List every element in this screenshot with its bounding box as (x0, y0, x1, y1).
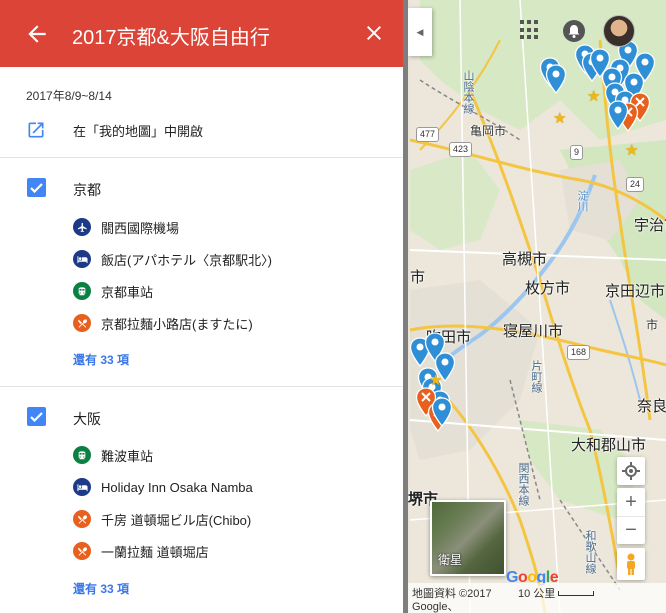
road-shield-168: 168 (567, 345, 591, 360)
place-label: 飯店(アパホテル〈京都駅北〉) (101, 252, 272, 268)
road-shield-477: 477 (416, 127, 440, 142)
collapse-panel-button[interactable]: ◀ (408, 8, 432, 56)
map-description: 2017年8/9~8/14 (26, 89, 112, 103)
checkmark-icon (30, 182, 43, 193)
pegman-icon (627, 553, 635, 575)
train-icon (73, 282, 91, 300)
zoom-out-button[interactable]: − (617, 516, 645, 544)
map-label-kyotanabe: 京田辺市 (605, 283, 666, 300)
place-item[interactable]: 飯店(アパホテル〈京都駅北〉) (73, 250, 272, 268)
map-footer: 地圖資料 ©2017 Google、 10 公里 (408, 583, 666, 613)
panel-title: 2017京都&大阪自由行 (72, 27, 270, 49)
place-item[interactable]: 京都車站 (73, 282, 153, 300)
pegman-street-view-button[interactable] (617, 548, 645, 580)
crosshair-icon (622, 462, 640, 480)
restaurant-icon (73, 542, 91, 560)
place-label: 千房 道頓堀ビル店(Chibo) (101, 512, 252, 528)
map-label-shi-2: 市 (646, 318, 659, 332)
user-avatar[interactable] (603, 15, 635, 47)
layer-checkbox-osaka[interactable] (27, 407, 46, 426)
layer-checkbox-kyoto[interactable] (27, 178, 46, 197)
panel-header: 2017京都&大阪自由行 (0, 0, 403, 67)
map-label-neyagawa: 寝屋川市 (503, 323, 564, 340)
road-shield-423: 423 (449, 142, 473, 157)
road-shield-24: 24 (626, 177, 645, 192)
map-pin-blue[interactable] (431, 397, 453, 427)
apps-grid-icon[interactable] (520, 20, 540, 40)
show-more-link-osaka[interactable]: 還有 33 項 (73, 580, 129, 597)
panel-scrollbar[interactable] (403, 0, 408, 613)
place-item[interactable]: 京都拉麵小路店(ますたに) (73, 314, 253, 332)
zoom-in-button[interactable]: + (617, 488, 645, 516)
map-label-nara: 奈良 (637, 398, 666, 415)
star-marker-icon[interactable]: ★ (587, 89, 600, 104)
open-in-mymaps-link[interactable]: 在「我的地圖」中開啟 (26, 118, 203, 142)
map-scale-label[interactable]: 10 公里 (518, 585, 555, 601)
airplane-icon (73, 218, 91, 236)
my-location-button[interactable] (617, 457, 645, 485)
place-label: 難波車站 (101, 448, 154, 464)
hotel-bed-icon (73, 250, 91, 268)
satellite-label: 衛星 (438, 553, 463, 567)
place-label: 關西國際機場 (101, 220, 180, 236)
satellite-toggle-button[interactable]: 衛星 (430, 500, 506, 576)
map-label-kansai-line: 関西本線 (517, 462, 529, 506)
place-item[interactable]: 一蘭拉麵 道頓堀店 (73, 542, 209, 560)
back-arrow-icon[interactable] (24, 21, 50, 47)
map-label-kameoka: 亀岡市 (470, 124, 507, 138)
open-external-icon (28, 122, 44, 138)
map-label-wakayama-line: 和歌山線 (584, 530, 596, 574)
place-item[interactable]: Holiday Inn Osaka Namba (73, 478, 253, 496)
notifications-bell-icon[interactable] (563, 20, 585, 42)
map-label-yamatokoriyama: 大和郡山市 (571, 437, 647, 454)
zoom-controls: + − (617, 488, 645, 544)
map-label-takatsuki: 高槻市 (502, 251, 548, 268)
star-marker-icon[interactable]: ★ (553, 111, 566, 126)
place-item[interactable]: 難波車站 (73, 446, 153, 464)
road-shield-9: 9 (570, 145, 584, 160)
place-label: 京都拉麵小路店(ますたに) (101, 316, 253, 332)
map-label-uji: 宇治市 (634, 217, 666, 234)
map-legend-panel: 2017京都&大阪自由行 2017年8/9~8/14 在「我的地圖」中開啟 京都… (0, 0, 403, 613)
map-pin-blue[interactable] (545, 64, 567, 94)
place-item[interactable]: 關西國際機場 (73, 218, 179, 236)
map-scale-bar (558, 591, 594, 596)
place-label: 一蘭拉麵 道頓堀店 (101, 544, 209, 560)
chevron-left-icon: ◀ (416, 26, 424, 37)
place-label: Holiday Inn Osaka Namba (101, 479, 253, 495)
map-label-katamachi-line: 片町線 (530, 360, 542, 393)
hotel-bed-icon (73, 478, 91, 496)
map-label-hirakata: 枚方市 (525, 280, 571, 297)
layer-title-kyoto: 京都 (73, 182, 101, 198)
place-item[interactable]: 千房 道頓堀ビル店(Chibo) (73, 510, 251, 528)
show-more-link-kyoto[interactable]: 還有 33 項 (73, 351, 129, 368)
divider (0, 386, 403, 387)
checkmark-icon (30, 411, 43, 422)
restaurant-icon (73, 314, 91, 332)
star-marker-icon[interactable]: ★ (625, 143, 638, 158)
restaurant-icon (73, 510, 91, 528)
open-in-mymaps-label: 在「我的地圖」中開啟 (73, 124, 204, 139)
train-icon (73, 446, 91, 464)
divider (0, 157, 403, 158)
place-label: 京都車站 (101, 284, 154, 300)
map-pin-blue[interactable] (607, 100, 629, 130)
map-label-yodo-river: 淀川 (576, 190, 588, 212)
map-label-sanin-line: 山陰本線 (462, 70, 474, 114)
map-label-shi: 市 (410, 269, 426, 286)
close-icon[interactable] (362, 21, 386, 45)
map-attribution-2: Google、 (412, 601, 459, 613)
layer-title-osaka: 大阪 (73, 411, 101, 427)
star-marker-icon[interactable]: ★ (429, 373, 442, 388)
